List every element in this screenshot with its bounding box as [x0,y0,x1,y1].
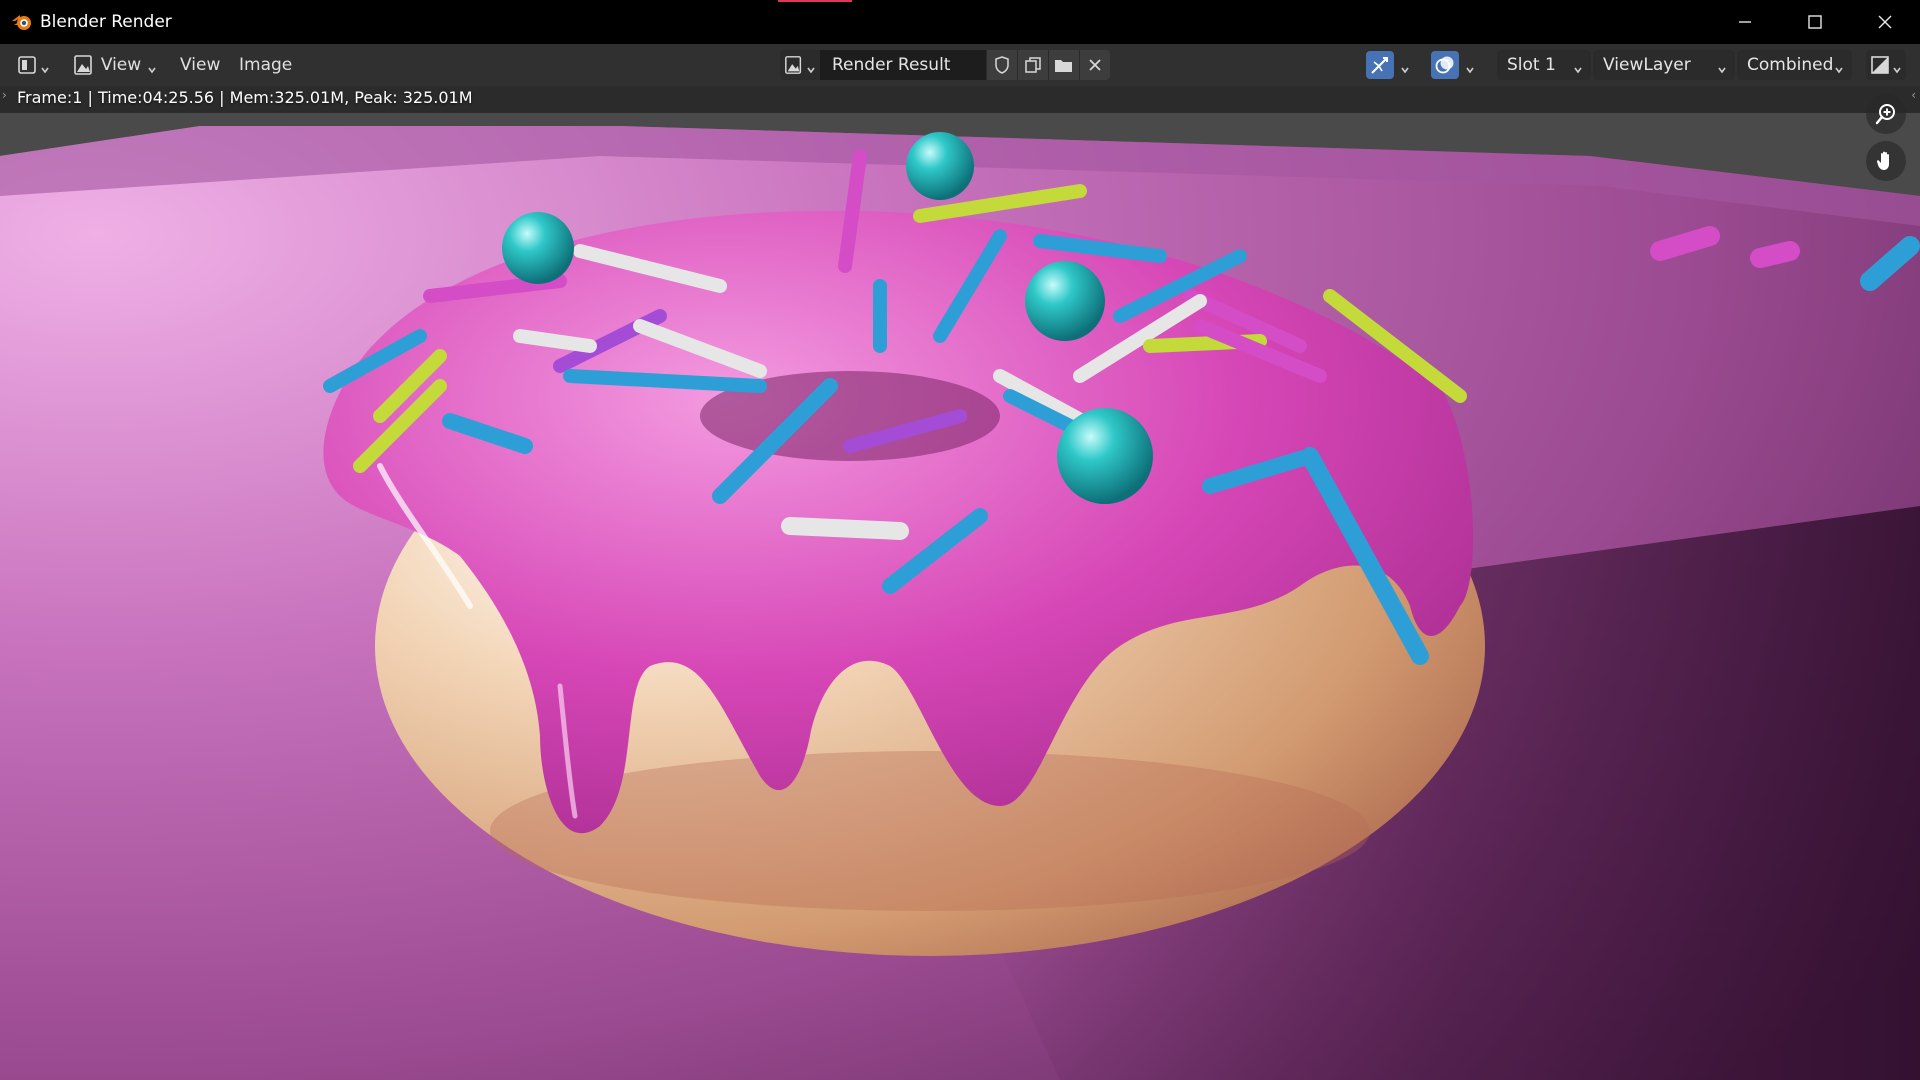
mode-label: View [100,55,142,75]
chevron-down-icon [806,60,816,74]
image-icon [785,56,802,74]
image-viewport[interactable]: Frame:1 | Time:04:25.56 | Mem:325.01M, P… [0,86,1920,1080]
browse-image-button[interactable] [780,50,820,80]
render-status: Frame:1 | Time:04:25.56 | Mem:325.01M, P… [17,88,473,107]
close-window-button[interactable] [1850,0,1920,44]
fake-user-button[interactable] [986,50,1017,80]
show-gizmo-toggle[interactable] [1366,51,1394,79]
sidebar-expand-arrow[interactable]: ‹ [1911,88,1916,102]
overlay-toggle-group [1431,50,1475,80]
fake-user-shield-icon [995,56,1009,74]
menu-image[interactable]: Image [231,50,300,80]
view-layer-dropdown[interactable]: ViewLayer [1593,50,1735,80]
open-image-button[interactable] [1048,50,1079,80]
close-icon [1878,15,1892,29]
unlink-image-button[interactable] [1079,50,1110,80]
display-channels-dropdown[interactable] [1866,50,1906,80]
render-result-image [0,86,1920,1080]
minimize-icon [1739,21,1751,23]
gizmo-toggle-group [1366,50,1410,80]
chevron-down-icon [40,60,50,74]
maximize-button[interactable] [1780,0,1850,44]
window-title: Blender Render [40,12,172,32]
show-overlays-toggle[interactable] [1431,51,1459,79]
chevron-down-icon [1573,60,1583,74]
image-name-field[interactable]: Render Result [820,50,986,80]
toolbar-expand-arrow[interactable]: › [2,88,7,102]
image-icon [74,55,92,75]
image-selector: Render Result [780,50,1110,80]
display-channels-icon [1871,56,1889,74]
pan-button[interactable] [1866,141,1906,181]
chevron-down-icon [1892,60,1902,74]
chevron-down-icon [1717,60,1727,74]
view-mode-dropdown[interactable]: View [68,50,162,80]
slot-dropdown[interactable]: Slot 1 [1497,50,1591,80]
title-accent-line [778,0,852,2]
menu-view[interactable]: View [172,50,228,80]
editor-type-button[interactable] [14,50,54,80]
chevron-down-icon [1834,60,1844,74]
zoom-button[interactable] [1866,94,1906,134]
blender-logo-icon [10,10,34,34]
zoom-icon [1875,104,1895,125]
chevron-down-icon [147,60,157,74]
chevron-down-icon[interactable] [1400,60,1410,74]
slot-label: Slot 1 [1507,55,1556,75]
maximize-icon [1808,15,1822,29]
minimize-button[interactable] [1710,0,1780,44]
render-pass-label: Combined [1747,55,1834,75]
image-editor-header: View View Image Render Result Slot 1 Vie… [0,44,1920,86]
overlays-icon [1435,56,1454,74]
pan-hand-icon [1876,151,1889,170]
gizmo-icon [1371,57,1388,74]
chevron-down-icon[interactable] [1465,60,1475,74]
new-image-button[interactable] [1017,50,1048,80]
render-pass-dropdown[interactable]: Combined [1737,50,1852,80]
image-editor-icon [18,56,36,74]
duplicate-icon [1025,57,1041,73]
title-bar: Blender Render [0,0,1920,44]
view-layer-label: ViewLayer [1603,55,1691,75]
open-folder-icon [1055,60,1072,72]
unlink-x-icon [1089,59,1101,71]
